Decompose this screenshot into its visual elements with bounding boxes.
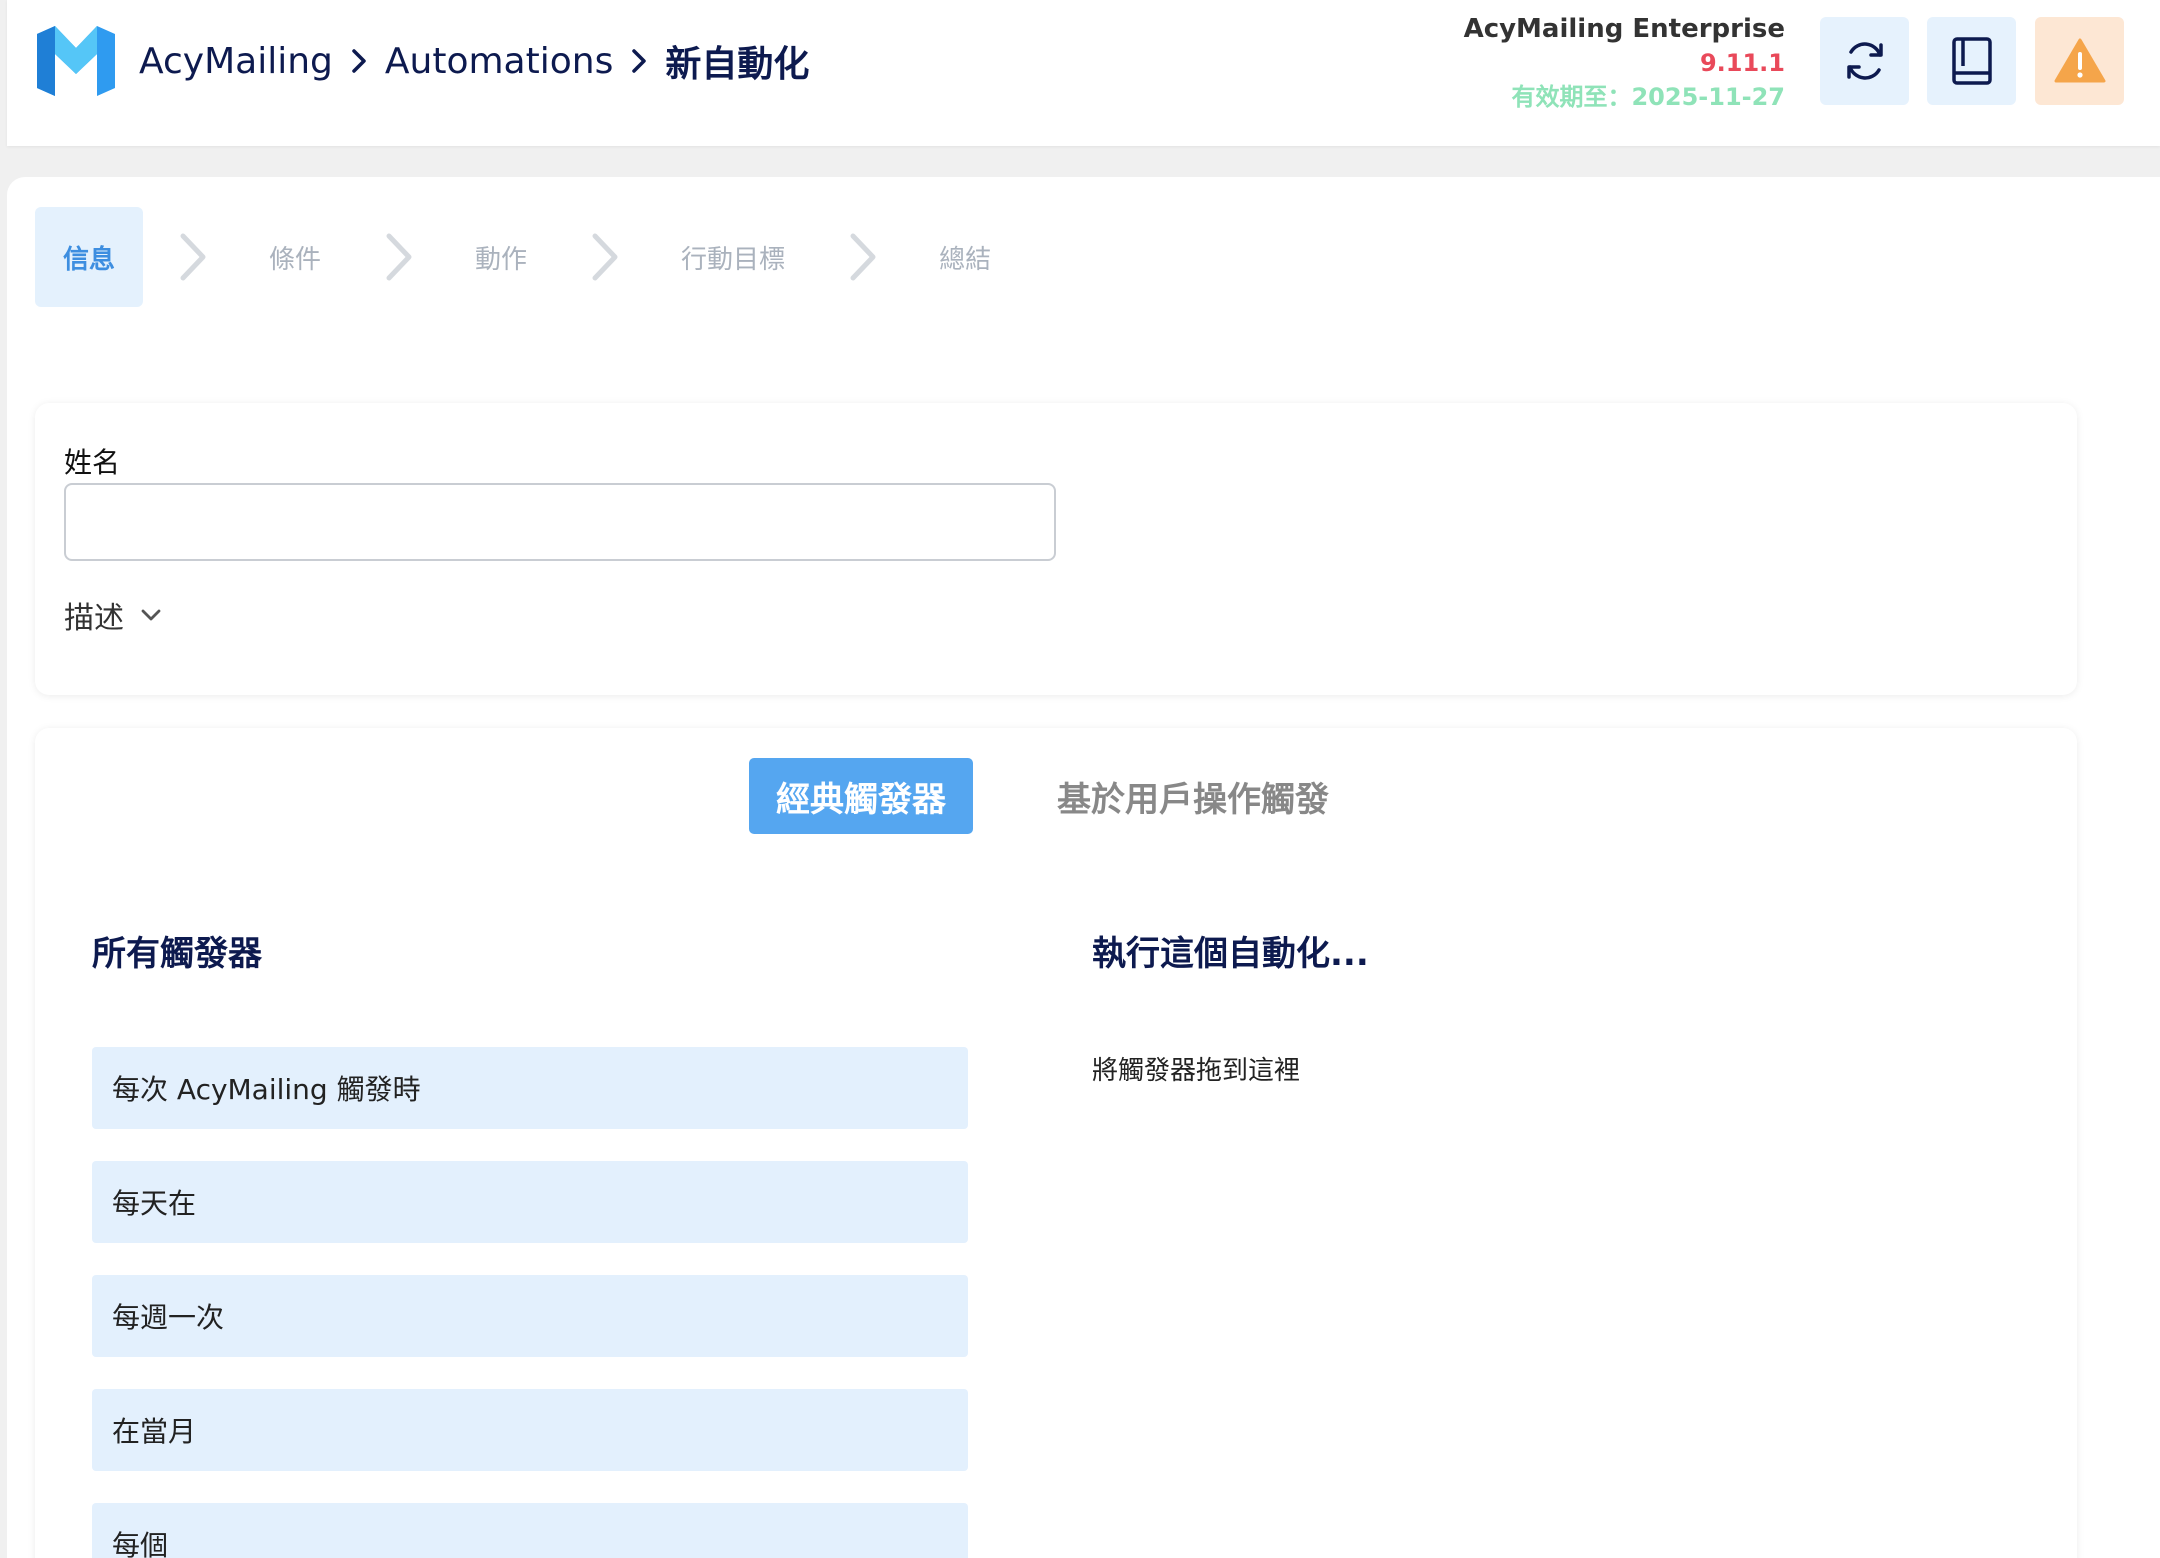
chevron-right-icon bbox=[583, 227, 625, 287]
step-targets[interactable]: 行動目標 bbox=[653, 207, 813, 307]
warning-icon bbox=[2054, 38, 2105, 83]
name-input[interactable] bbox=[64, 483, 1056, 561]
triggers-card: 經典觸發器 基於用戶操作觸發 所有觸發器 執行這個自動化... 每次 AcyMa… bbox=[35, 728, 2077, 1558]
trigger-item-weekly[interactable]: 每週一次 bbox=[92, 1275, 968, 1357]
refresh-button[interactable] bbox=[1820, 17, 1909, 105]
run-automation-title: 執行這個自動化... bbox=[1092, 934, 1369, 974]
chevron-right-icon bbox=[377, 227, 419, 287]
breadcrumb-current: 新自動化 bbox=[665, 44, 810, 85]
version-label: 9.11.1 bbox=[1699, 49, 1785, 77]
wizard-steps: 信息 條件 動作 行動目標 總結 bbox=[35, 207, 1019, 307]
info-card: 姓名 描述 bbox=[35, 403, 2077, 695]
all-triggers-title: 所有觸發器 bbox=[92, 934, 262, 974]
license-info: AcyMailing Enterprise 9.11.1 有效期至：2025-1… bbox=[1464, 12, 1785, 114]
name-label: 姓名 bbox=[64, 446, 121, 479]
trigger-item-each-acymailing[interactable]: 每次 AcyMailing 觸發時 bbox=[92, 1047, 968, 1129]
step-info[interactable]: 信息 bbox=[35, 207, 144, 307]
trigger-list: 每次 AcyMailing 觸發時 每天在 每週一次 在當月 每個 bbox=[92, 1047, 968, 1558]
description-label: 描述 bbox=[64, 601, 124, 636]
chevron-down-icon bbox=[140, 608, 162, 622]
trigger-item-every[interactable]: 每個 bbox=[92, 1503, 968, 1558]
edition-label: AcyMailing Enterprise bbox=[1463, 14, 1785, 44]
breadcrumb: AcyMailing Automations 新自動化 bbox=[139, 36, 809, 86]
step-summary[interactable]: 總結 bbox=[911, 207, 1019, 307]
trigger-tabs: 經典觸發器 基於用戶操作觸發 bbox=[749, 758, 1349, 834]
step-conditions[interactable]: 條件 bbox=[241, 207, 349, 307]
documentation-button[interactable] bbox=[1927, 17, 2016, 105]
book-icon bbox=[1951, 37, 1992, 85]
trigger-item-daily[interactable]: 每天在 bbox=[92, 1161, 968, 1243]
trigger-item-monthly[interactable]: 在當月 bbox=[92, 1389, 968, 1471]
description-toggle[interactable]: 描述 bbox=[64, 593, 162, 637]
tab-user-action-triggers[interactable]: 基於用戶操作觸發 bbox=[1037, 758, 1349, 834]
acymailing-logo-icon[interactable] bbox=[37, 26, 115, 96]
chevron-right-icon bbox=[841, 227, 883, 287]
top-header: AcyMailing Automations 新自動化 AcyMailing E… bbox=[7, 0, 2160, 146]
warning-button[interactable] bbox=[2035, 17, 2124, 105]
chevron-right-icon bbox=[351, 48, 367, 74]
expiry-label: 有效期至：2025-11-27 bbox=[1511, 83, 1785, 111]
chevron-right-icon bbox=[171, 227, 213, 287]
breadcrumb-acymailing[interactable]: AcyMailing bbox=[139, 41, 333, 82]
tab-classic-triggers[interactable]: 經典觸發器 bbox=[749, 758, 973, 834]
refresh-icon bbox=[1846, 42, 1883, 80]
step-actions[interactable]: 動作 bbox=[447, 207, 555, 307]
main-content: 信息 條件 動作 行動目標 總結 姓名 描述 經典觸發器 基於用戶操作觸發 所有… bbox=[7, 177, 2160, 1558]
trigger-drop-zone[interactable]: 將觸發器拖到這裡 bbox=[1092, 1050, 1300, 1087]
chevron-right-icon bbox=[631, 48, 647, 74]
breadcrumb-automations[interactable]: Automations bbox=[385, 41, 613, 82]
